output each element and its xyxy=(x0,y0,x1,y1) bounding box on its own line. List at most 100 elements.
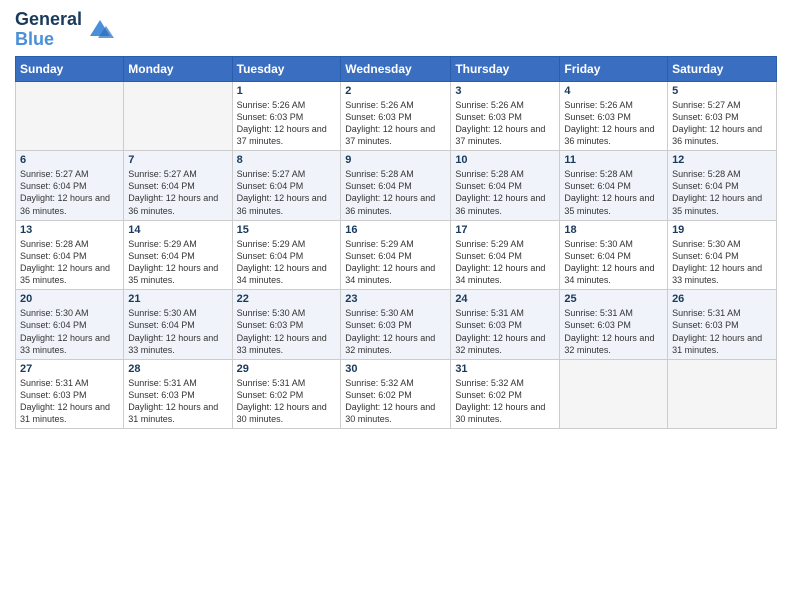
day-number: 22 xyxy=(237,293,337,305)
day-number: 27 xyxy=(20,363,119,375)
calendar-cell: 17 Sunrise: 5:29 AMSunset: 6:04 PMDayligh… xyxy=(451,220,560,290)
calendar-cell: 23Sunrise: 5:30 AMSunset: 6:03 PMDayligh… xyxy=(341,290,451,360)
calendar-cell: 13 Sunrise: 5:28 AMSunset: 6:04 PMDayligh… xyxy=(16,220,124,290)
calendar-cell: 25 Sunrise: 5:31 AMSunset: 6:03 PMDayligh… xyxy=(560,290,668,360)
day-info: Sunrise: 5:26 AMSunset: 6:03 PMDaylight:… xyxy=(455,99,555,148)
calendar-cell xyxy=(16,81,124,151)
logo-text: GeneralBlue xyxy=(15,10,82,50)
day-info: Sunrise: 5:30 AMSunset: 6:04 PMDaylight:… xyxy=(128,307,227,356)
day-info: Sunrise: 5:27 AMSunset: 6:04 PMDaylight:… xyxy=(128,168,227,217)
day-number: 17 xyxy=(455,224,555,236)
calendar-cell: 4 Sunrise: 5:26 AMSunset: 6:03 PMDaylight… xyxy=(560,81,668,151)
day-info: Sunrise: 5:29 AMSunset: 6:04 PMDaylight:… xyxy=(455,238,555,287)
day-number: 11 xyxy=(564,154,663,166)
weekday-header: Tuesday xyxy=(232,56,341,81)
calendar-cell: 18 Sunrise: 5:30 AMSunset: 6:04 PMDayligh… xyxy=(560,220,668,290)
day-number: 16 xyxy=(345,224,446,236)
calendar-cell: 11 Sunrise: 5:28 AMSunset: 6:04 PMDayligh… xyxy=(560,151,668,221)
day-info: Sunrise: 5:26 AMSunset: 6:03 PMDaylight:… xyxy=(237,99,337,148)
calendar-cell: 19 Sunrise: 5:30 AMSunset: 6:04 PMDayligh… xyxy=(668,220,777,290)
calendar-cell: 21 Sunrise: 5:30 AMSunset: 6:04 PMDayligh… xyxy=(124,290,232,360)
day-number: 25 xyxy=(564,293,663,305)
day-info: Sunrise: 5:27 AMSunset: 6:04 PMDaylight:… xyxy=(237,168,337,217)
calendar-cell: 10 Sunrise: 5:28 AMSunset: 6:04 PMDayligh… xyxy=(451,151,560,221)
day-number: 6 xyxy=(20,154,119,166)
calendar-cell: 27 Sunrise: 5:31 AMSunset: 6:03 PMDayligh… xyxy=(16,359,124,429)
day-info: Sunrise: 5:30 AMSunset: 6:03 PMDaylight:… xyxy=(345,307,446,356)
calendar-cell: 8 Sunrise: 5:27 AMSunset: 6:04 PMDaylight… xyxy=(232,151,341,221)
day-info: Sunrise: 5:29 AMSunset: 6:04 PMDaylight:… xyxy=(345,238,446,287)
calendar-week-row: 13 Sunrise: 5:28 AMSunset: 6:04 PMDayligh… xyxy=(16,220,777,290)
calendar-cell: 20 Sunrise: 5:30 AMSunset: 6:04 PMDayligh… xyxy=(16,290,124,360)
calendar-week-row: 20 Sunrise: 5:30 AMSunset: 6:04 PMDayligh… xyxy=(16,290,777,360)
calendar-week-row: 1 Sunrise: 5:26 AMSunset: 6:03 PMDaylight… xyxy=(16,81,777,151)
calendar-cell: 1 Sunrise: 5:26 AMSunset: 6:03 PMDaylight… xyxy=(232,81,341,151)
day-number: 21 xyxy=(128,293,227,305)
day-info: Sunrise: 5:30 AMSunset: 6:03 PMDaylight:… xyxy=(237,307,337,356)
day-number: 3 xyxy=(455,85,555,97)
day-number: 28 xyxy=(128,363,227,375)
calendar-cell: 15Sunrise: 5:29 AMSunset: 6:04 PMDayligh… xyxy=(232,220,341,290)
day-number: 2 xyxy=(345,85,446,97)
weekday-header-row: SundayMondayTuesdayWednesdayThursdayFrid… xyxy=(16,56,777,81)
day-info: Sunrise: 5:28 AMSunset: 6:04 PMDaylight:… xyxy=(345,168,446,217)
day-number: 4 xyxy=(564,85,663,97)
day-info: Sunrise: 5:29 AMSunset: 6:04 PMDaylight:… xyxy=(128,238,227,287)
calendar-cell: 12 Sunrise: 5:28 AMSunset: 6:04 PMDayligh… xyxy=(668,151,777,221)
day-number: 9 xyxy=(345,154,446,166)
calendar-week-row: 6 Sunrise: 5:27 AMSunset: 6:04 PMDaylight… xyxy=(16,151,777,221)
weekday-header: Monday xyxy=(124,56,232,81)
day-info: Sunrise: 5:31 AMSunset: 6:02 PMDaylight:… xyxy=(237,377,337,426)
calendar-cell: 5Sunrise: 5:27 AMSunset: 6:03 PMDaylight… xyxy=(668,81,777,151)
calendar-cell: 6 Sunrise: 5:27 AMSunset: 6:04 PMDaylight… xyxy=(16,151,124,221)
day-info: Sunrise: 5:31 AMSunset: 6:03 PMDaylight:… xyxy=(672,307,772,356)
day-info: Sunrise: 5:30 AMSunset: 6:04 PMDaylight:… xyxy=(672,238,772,287)
day-number: 29 xyxy=(237,363,337,375)
calendar-cell xyxy=(560,359,668,429)
day-number: 1 xyxy=(237,85,337,97)
day-number: 10 xyxy=(455,154,555,166)
day-number: 19 xyxy=(672,224,772,236)
day-number: 31 xyxy=(455,363,555,375)
calendar-cell: 9 Sunrise: 5:28 AMSunset: 6:04 PMDaylight… xyxy=(341,151,451,221)
calendar-cell: 31Sunrise: 5:32 AMSunset: 6:02 PMDayligh… xyxy=(451,359,560,429)
day-info: Sunrise: 5:31 AMSunset: 6:03 PMDaylight:… xyxy=(128,377,227,426)
calendar-cell: 16 Sunrise: 5:29 AMSunset: 6:04 PMDayligh… xyxy=(341,220,451,290)
day-number: 5 xyxy=(672,85,772,97)
day-info: Sunrise: 5:28 AMSunset: 6:04 PMDaylight:… xyxy=(564,168,663,217)
day-info: Sunrise: 5:28 AMSunset: 6:04 PMDaylight:… xyxy=(455,168,555,217)
day-info: Sunrise: 5:29 AMSunset: 6:04 PMDaylight:… xyxy=(237,238,337,287)
day-number: 8 xyxy=(237,154,337,166)
weekday-header: Thursday xyxy=(451,56,560,81)
day-info: Sunrise: 5:28 AMSunset: 6:04 PMDaylight:… xyxy=(20,238,119,287)
calendar-cell: 14 Sunrise: 5:29 AMSunset: 6:04 PMDayligh… xyxy=(124,220,232,290)
page: GeneralBlue SundayMondayTuesdayWednesday… xyxy=(0,0,792,612)
day-number: 24 xyxy=(455,293,555,305)
calendar-cell: 26 Sunrise: 5:31 AMSunset: 6:03 PMDayligh… xyxy=(668,290,777,360)
day-info: Sunrise: 5:27 AMSunset: 6:04 PMDaylight:… xyxy=(20,168,119,217)
day-info: Sunrise: 5:31 AMSunset: 6:03 PMDaylight:… xyxy=(20,377,119,426)
calendar-cell: 29 Sunrise: 5:31 AMSunset: 6:02 PMDayligh… xyxy=(232,359,341,429)
day-number: 26 xyxy=(672,293,772,305)
day-number: 14 xyxy=(128,224,227,236)
day-number: 7 xyxy=(128,154,227,166)
calendar: SundayMondayTuesdayWednesdayThursdayFrid… xyxy=(15,56,777,430)
day-info: Sunrise: 5:30 AMSunset: 6:04 PMDaylight:… xyxy=(20,307,119,356)
weekday-header: Sunday xyxy=(16,56,124,81)
day-number: 18 xyxy=(564,224,663,236)
day-info: Sunrise: 5:30 AMSunset: 6:04 PMDaylight:… xyxy=(564,238,663,287)
day-info: Sunrise: 5:26 AMSunset: 6:03 PMDaylight:… xyxy=(564,99,663,148)
weekday-header: Wednesday xyxy=(341,56,451,81)
weekday-header: Friday xyxy=(560,56,668,81)
day-number: 13 xyxy=(20,224,119,236)
calendar-cell: 24Sunrise: 5:31 AMSunset: 6:03 PMDayligh… xyxy=(451,290,560,360)
calendar-cell: 2Sunrise: 5:26 AMSunset: 6:03 PMDaylight… xyxy=(341,81,451,151)
day-info: Sunrise: 5:28 AMSunset: 6:04 PMDaylight:… xyxy=(672,168,772,217)
logo-icon xyxy=(86,16,114,44)
day-info: Sunrise: 5:32 AMSunset: 6:02 PMDaylight:… xyxy=(345,377,446,426)
day-number: 30 xyxy=(345,363,446,375)
day-number: 12 xyxy=(672,154,772,166)
day-info: Sunrise: 5:31 AMSunset: 6:03 PMDaylight:… xyxy=(564,307,663,356)
calendar-cell: 28 Sunrise: 5:31 AMSunset: 6:03 PMDayligh… xyxy=(124,359,232,429)
day-number: 20 xyxy=(20,293,119,305)
